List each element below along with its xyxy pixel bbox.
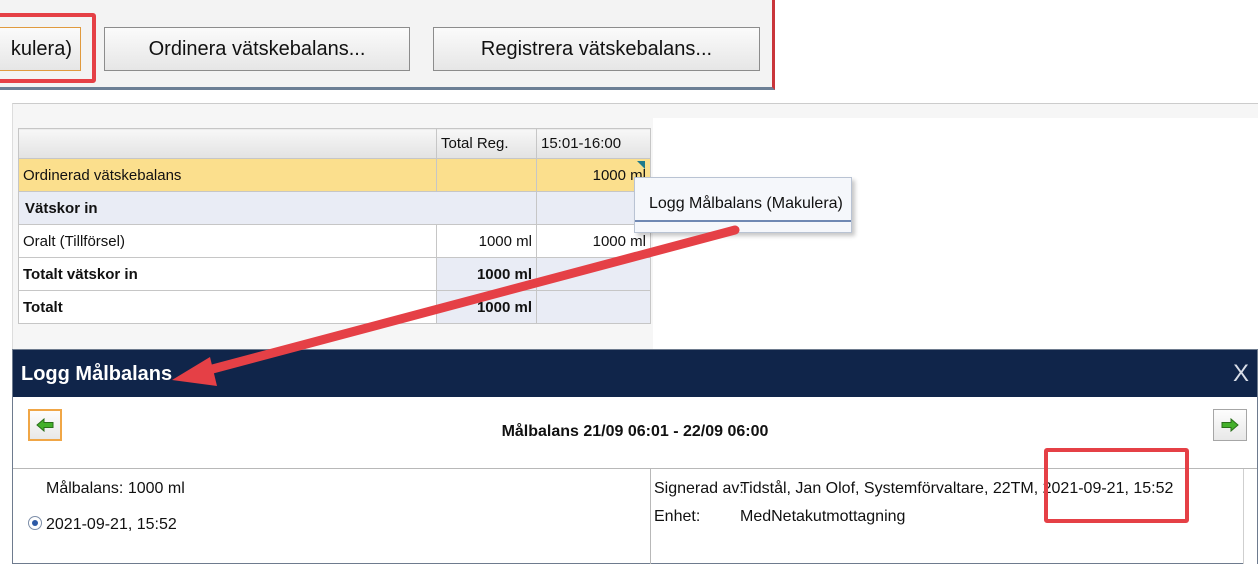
signed-by-value: Tidstål, Jan Olof, Systemförvaltare, 22T… <box>740 480 1174 497</box>
row-label: Totalt vätskor in <box>18 257 437 291</box>
row-label: Vätskor in <box>18 191 537 225</box>
green-arrow-right-icon <box>1221 418 1239 432</box>
table-row-vatskor-in: Vätskor in <box>18 191 651 225</box>
period-title: Målbalans 21/09 06:01 - 22/09 06:00 <box>501 423 769 440</box>
ordinera-vatskebalans-button[interactable]: Ordinera vätskebalans... <box>104 27 410 71</box>
menu-item-label: Logg Målbalans (Makulera) <box>649 195 843 212</box>
dialog-title: Logg Målbalans <box>21 363 173 385</box>
log-entry-list: Målbalans: 1000 ml 2021-09-21, 15:52 <box>13 469 651 564</box>
table-header-row: Total Reg. 15:01-16:00 <box>18 128 651 159</box>
header-cell-timeslot[interactable]: 15:01-16:00 <box>536 128 651 159</box>
menu-item-logg-malbalans[interactable]: Logg Målbalans (Makulera) <box>635 188 851 222</box>
logg-malbalans-dialog: Logg Målbalans X Målbalans 21/09 06:01 -… <box>12 349 1258 564</box>
next-period-button[interactable] <box>1213 409 1247 441</box>
header-cell-total: Total Reg. <box>436 128 537 159</box>
log-entry-details: Signerad av: Tidstål, Jan Olof, Systemfö… <box>651 469 1257 564</box>
unit-value: MedNetakutmottagning <box>740 508 906 525</box>
header-cell-label <box>18 128 437 159</box>
table-row-totalt: Totalt 1000 ml <box>18 290 651 324</box>
dialog-body: Målbalans: 1000 ml 2021-09-21, 15:52 Sig… <box>13 469 1257 564</box>
log-entry-value: Målbalans: 1000 ml <box>46 480 185 497</box>
details-scrollbar[interactable] <box>1243 469 1257 564</box>
row-label: Oralt (Tillförsel) <box>18 224 437 258</box>
row-label: Ordinerad vätskebalans <box>18 158 437 192</box>
row-slot-value <box>536 290 651 324</box>
signed-by-label: Signerad av: <box>654 480 744 497</box>
row-slot-value <box>536 257 651 291</box>
row-total: 1000 ml <box>436 290 537 324</box>
dialog-navigation: Målbalans 21/09 06:01 - 22/09 06:00 <box>13 397 1257 469</box>
log-entry-radio[interactable] <box>28 516 42 530</box>
fluid-balance-table: Total Reg. 15:01-16:00 Ordinerad vätskeb… <box>18 128 651 324</box>
registrera-vatskebalans-button[interactable]: Registrera vätskebalans... <box>433 27 760 71</box>
unit-label: Enhet: <box>654 508 701 525</box>
ordinera-button-label: Ordinera vätskebalans... <box>148 37 366 60</box>
context-menu: Logg Målbalans (Makulera) <box>634 177 852 233</box>
row-total <box>436 158 537 192</box>
makulera-button-label: kulera) <box>10 37 72 60</box>
row-label: Totalt <box>18 290 437 324</box>
dialog-titlebar: Logg Målbalans X <box>13 350 1257 397</box>
cell-comment-indicator-icon <box>637 161 645 169</box>
row-total: 1000 ml <box>436 257 537 291</box>
log-entry-timestamp: 2021-09-21, 15:52 <box>46 516 177 533</box>
row-total: 1000 ml <box>436 224 537 258</box>
makulera-button[interactable]: kulera) <box>0 27 81 71</box>
empty-pane <box>653 118 1258 354</box>
toolbar: kulera) Ordinera vätskebalans... Registr… <box>0 0 775 90</box>
table-row-totalt-vatskor-in: Totalt vätskor in 1000 ml <box>18 257 651 291</box>
close-icon[interactable]: X <box>1233 360 1249 388</box>
table-row-ordinerad[interactable]: Ordinerad vätskebalans 1000 ml <box>18 158 651 192</box>
registrera-button-label: Registrera vätskebalans... <box>480 37 713 60</box>
table-row-oralt[interactable]: Oralt (Tillförsel) 1000 ml 1000 ml <box>18 224 651 258</box>
